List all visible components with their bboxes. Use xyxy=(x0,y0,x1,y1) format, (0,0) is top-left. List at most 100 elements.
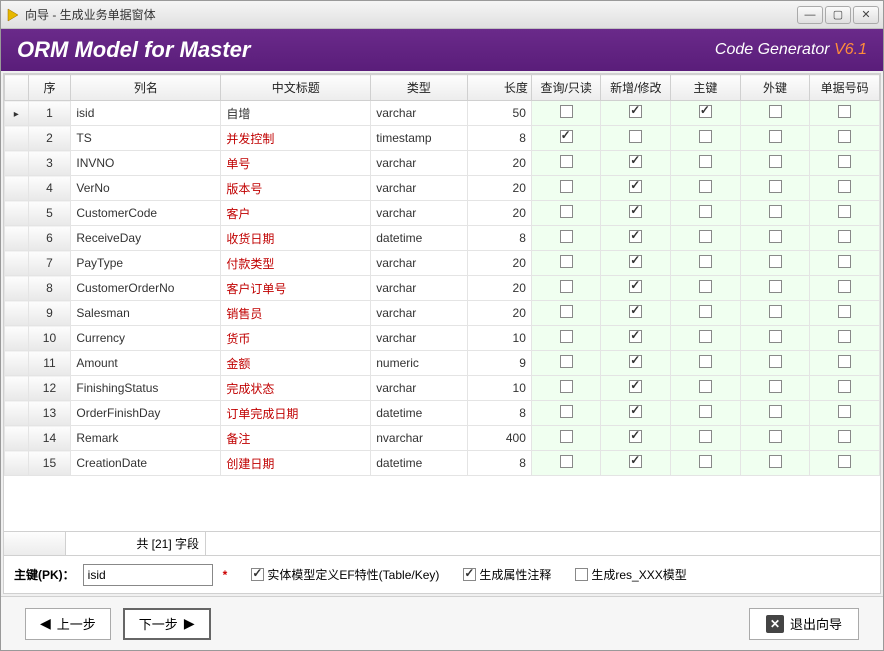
row-len[interactable]: 8 xyxy=(467,451,531,476)
row-qr[interactable] xyxy=(531,201,601,226)
row-type[interactable]: varchar xyxy=(371,101,467,126)
row-len[interactable]: 20 xyxy=(467,276,531,301)
row-fk[interactable] xyxy=(740,126,810,151)
row-fk[interactable] xyxy=(740,426,810,451)
row-am[interactable] xyxy=(601,101,671,126)
row-colname[interactable]: Salesman xyxy=(71,301,221,326)
table-row[interactable]: 13OrderFinishDay订单完成日期datetime8 xyxy=(5,401,880,426)
row-type[interactable]: datetime xyxy=(371,451,467,476)
row-type[interactable]: varchar xyxy=(371,376,467,401)
row-qr[interactable] xyxy=(531,451,601,476)
grid-checkbox[interactable] xyxy=(629,380,642,393)
row-indicator-cell[interactable] xyxy=(5,301,29,326)
row-pk[interactable] xyxy=(671,451,741,476)
row-doc[interactable] xyxy=(810,326,880,351)
grid-checkbox[interactable] xyxy=(699,305,712,318)
col-header-qr[interactable]: 查询/只读 xyxy=(531,75,601,101)
row-qr[interactable] xyxy=(531,301,601,326)
minimize-button[interactable]: — xyxy=(797,6,823,24)
grid-checkbox[interactable] xyxy=(769,355,782,368)
row-pk[interactable] xyxy=(671,426,741,451)
grid-checkbox[interactable] xyxy=(838,230,851,243)
row-cn[interactable]: 完成状态 xyxy=(221,376,371,401)
col-header-name[interactable]: 列名 xyxy=(71,75,221,101)
row-cn[interactable]: 客户 xyxy=(221,201,371,226)
row-pk[interactable] xyxy=(671,126,741,151)
opt-comment[interactable]: 生成属性注释 xyxy=(463,566,551,583)
row-colname[interactable]: PayType xyxy=(71,251,221,276)
table-row[interactable]: 8CustomerOrderNo客户订单号varchar20 xyxy=(5,276,880,301)
row-am[interactable] xyxy=(601,201,671,226)
row-qr[interactable] xyxy=(531,401,601,426)
table-row[interactable]: 4VerNo版本号varchar20 xyxy=(5,176,880,201)
row-len[interactable]: 20 xyxy=(467,201,531,226)
table-row[interactable]: ▸1isid自增varchar50 xyxy=(5,101,880,126)
grid-checkbox[interactable] xyxy=(769,430,782,443)
close-button[interactable]: ✕ xyxy=(853,6,879,24)
row-len[interactable]: 50 xyxy=(467,101,531,126)
row-fk[interactable] xyxy=(740,451,810,476)
grid-checkbox[interactable] xyxy=(699,230,712,243)
col-header-doc[interactable]: 单据号码 xyxy=(810,75,880,101)
row-indicator-cell[interactable]: ▸ xyxy=(5,101,29,126)
row-am[interactable] xyxy=(601,151,671,176)
row-am[interactable] xyxy=(601,276,671,301)
row-am[interactable] xyxy=(601,451,671,476)
grid-checkbox[interactable] xyxy=(769,180,782,193)
table-row[interactable]: 6ReceiveDay收货日期datetime8 xyxy=(5,226,880,251)
row-cn[interactable]: 自增 xyxy=(221,101,371,126)
row-qr[interactable] xyxy=(531,126,601,151)
row-colname[interactable]: CreationDate xyxy=(71,451,221,476)
grid-checkbox[interactable] xyxy=(629,355,642,368)
table-row[interactable]: 3INVNO单号varchar20 xyxy=(5,151,880,176)
row-indicator-cell[interactable] xyxy=(5,351,29,376)
row-am[interactable] xyxy=(601,226,671,251)
row-len[interactable]: 8 xyxy=(467,126,531,151)
row-pk[interactable] xyxy=(671,226,741,251)
row-doc[interactable] xyxy=(810,376,880,401)
grid-checkbox[interactable] xyxy=(838,380,851,393)
prev-button[interactable]: ◀ 上一步 xyxy=(25,608,111,640)
grid-checkbox[interactable] xyxy=(699,255,712,268)
row-indicator-cell[interactable] xyxy=(5,426,29,451)
row-colname[interactable]: isid xyxy=(71,101,221,126)
grid-checkbox[interactable] xyxy=(560,405,573,418)
row-cn[interactable]: 货币 xyxy=(221,326,371,351)
grid-checkbox[interactable] xyxy=(838,280,851,293)
table-row[interactable]: 14Remark备注nvarchar400 xyxy=(5,426,880,451)
table-row[interactable]: 10Currency货币varchar10 xyxy=(5,326,880,351)
row-doc[interactable] xyxy=(810,301,880,326)
row-fk[interactable] xyxy=(740,301,810,326)
row-colname[interactable]: VerNo xyxy=(71,176,221,201)
row-doc[interactable] xyxy=(810,251,880,276)
col-header-type[interactable]: 类型 xyxy=(371,75,467,101)
row-doc[interactable] xyxy=(810,276,880,301)
row-type[interactable]: numeric xyxy=(371,351,467,376)
grid-checkbox[interactable] xyxy=(699,130,712,143)
opt-res[interactable]: 生成res_XXX模型 xyxy=(575,566,686,583)
row-indicator-cell[interactable] xyxy=(5,376,29,401)
row-pk[interactable] xyxy=(671,251,741,276)
grid-checkbox[interactable] xyxy=(769,255,782,268)
row-fk[interactable] xyxy=(740,276,810,301)
grid-checkbox[interactable] xyxy=(629,205,642,218)
row-doc[interactable] xyxy=(810,226,880,251)
row-colname[interactable]: Currency xyxy=(71,326,221,351)
col-header-seq[interactable]: 序 xyxy=(28,75,71,101)
row-fk[interactable] xyxy=(740,201,810,226)
row-pk[interactable] xyxy=(671,401,741,426)
grid-checkbox[interactable] xyxy=(838,130,851,143)
row-pk[interactable] xyxy=(671,376,741,401)
row-fk[interactable] xyxy=(740,376,810,401)
col-header-cn[interactable]: 中文标题 xyxy=(221,75,371,101)
row-cn[interactable]: 销售员 xyxy=(221,301,371,326)
col-header-len[interactable]: 长度 xyxy=(467,75,531,101)
row-colname[interactable]: Amount xyxy=(71,351,221,376)
row-cn[interactable]: 付款类型 xyxy=(221,251,371,276)
row-cn[interactable]: 版本号 xyxy=(221,176,371,201)
row-doc[interactable] xyxy=(810,201,880,226)
row-qr[interactable] xyxy=(531,176,601,201)
row-fk[interactable] xyxy=(740,251,810,276)
row-len[interactable]: 9 xyxy=(467,351,531,376)
grid-checkbox[interactable] xyxy=(629,180,642,193)
